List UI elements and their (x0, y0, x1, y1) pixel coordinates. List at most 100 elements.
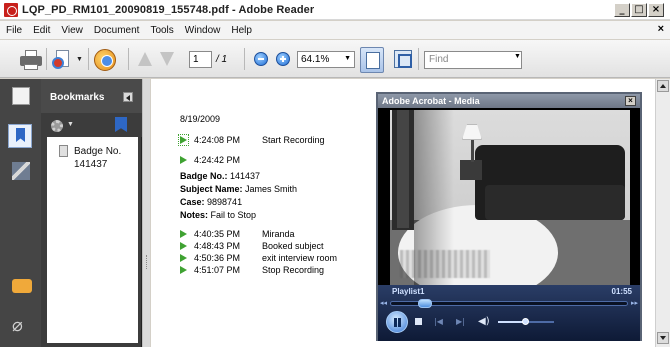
zoom-in-icon[interactable] (276, 52, 290, 66)
subject-label: Subject Name: (180, 184, 243, 194)
event-time: 4:40:35 PM (194, 229, 241, 239)
pages-icon[interactable] (12, 87, 30, 105)
stop-button[interactable] (415, 318, 422, 325)
previous-page-icon[interactable] (138, 52, 152, 66)
pause-button[interactable] (386, 311, 408, 333)
event-row: 4:51:07 PM Stop Recording (180, 265, 324, 275)
page-number-input[interactable]: 1 (189, 51, 212, 68)
new-bookmark-icon[interactable] (115, 117, 127, 132)
bookmark-item[interactable]: Badge No. 141437 (74, 145, 134, 171)
event-time: 4:24:08 PM (194, 135, 241, 145)
scroll-down-button[interactable] (657, 332, 669, 344)
toolbar: ▼ 1 / 1 64.1% ▼ Find ▼ (0, 40, 670, 78)
maximize-button[interactable]: □ (631, 3, 647, 17)
event-row: 4:40:35 PM Miranda (180, 229, 295, 239)
comments-icon[interactable] (12, 279, 32, 293)
event-time: 4:51:07 PM (194, 265, 241, 275)
bookmarks-icon[interactable] (8, 124, 32, 148)
fit-page-icon[interactable] (360, 47, 384, 73)
volume-thumb[interactable] (522, 318, 529, 325)
seek-thumb[interactable] (418, 299, 432, 308)
seek-bar[interactable] (390, 299, 628, 308)
media-title-bar[interactable]: Adobe Acrobat - Media × (378, 94, 640, 108)
media-close-button[interactable]: × (625, 96, 636, 106)
menu-edit[interactable]: Edit (27, 25, 55, 36)
gear-icon[interactable] (51, 120, 63, 132)
play-icon[interactable] (180, 266, 187, 274)
scroll-up-button[interactable] (657, 80, 669, 92)
event-row: 4:50:36 PM exit interview room (180, 253, 337, 263)
find-input[interactable]: Find (424, 51, 522, 69)
volume-icon[interactable]: ◀) (478, 316, 490, 327)
vertical-scrollbar[interactable] (655, 79, 670, 347)
event-label: Stop Recording (262, 265, 325, 275)
subject-value: James Smith (245, 184, 298, 194)
zoom-out-icon[interactable] (254, 52, 268, 66)
bookmarks-tools: ▼ (41, 113, 142, 137)
pane-splitter[interactable] (142, 79, 150, 347)
print-icon[interactable] (20, 50, 42, 70)
bookmarks-list: Badge No. 141437 (47, 137, 138, 343)
page-total-label: / 1 (216, 54, 228, 65)
event-label: Booked subject (262, 241, 324, 251)
menu-document[interactable]: Document (88, 25, 145, 36)
event-time: 4:50:36 PM (194, 253, 241, 263)
menu-help[interactable]: Help (225, 25, 257, 36)
toolbar-separator (46, 48, 47, 70)
window-title: LQP_PD_RM101_20090819_155748.pdf - Adobe… (22, 3, 315, 16)
menu-tools[interactable]: Tools (144, 25, 178, 36)
title-bar: LQP_PD_RM101_20090819_155748.pdf - Adobe… (0, 0, 670, 20)
seek-forward-icon[interactable]: ▸▸ (631, 299, 638, 307)
next-track-icon[interactable]: ▶| (456, 317, 465, 326)
close-button[interactable]: × (648, 3, 664, 17)
play-icon[interactable] (180, 156, 187, 164)
video-frame[interactable] (390, 110, 630, 285)
event-time: 4:48:43 PM (194, 241, 241, 251)
play-icon[interactable] (180, 242, 187, 250)
toolbar-separator (128, 48, 129, 70)
previous-track-icon[interactable]: |◀ (434, 317, 443, 326)
collaborate-icon[interactable] (94, 49, 116, 71)
adobe-reader-icon (4, 2, 18, 17)
seek-back-icon[interactable]: ◂◂ (380, 299, 387, 307)
find-dropdown-arrow-icon[interactable]: ▼ (514, 53, 521, 60)
volume-slider[interactable] (498, 318, 554, 325)
subject-detail: Subject Name: James Smith (180, 184, 297, 194)
notes-value: Fail to Stop (210, 210, 257, 220)
menu-bar: File Edit View Document Tools Window Hel… (0, 21, 670, 39)
case-detail: Case: 9898741 (180, 197, 242, 207)
zoom-value: 64.1% (301, 54, 330, 65)
playback-time: 01:55 (611, 287, 632, 296)
attachments-icon[interactable]: ⌀ (12, 315, 30, 336)
options-dropdown-arrow-icon[interactable]: ▼ (67, 121, 74, 128)
share-icon[interactable] (52, 50, 72, 70)
event-row: 4:24:42 PM (180, 155, 262, 165)
menu-view[interactable]: View (55, 25, 88, 36)
toolbar-separator (88, 48, 89, 70)
notes-label: Notes: (180, 210, 209, 220)
video-overlay-text (400, 250, 490, 278)
bookmarks-title: Bookmarks (50, 92, 105, 103)
event-label: exit interview room (262, 253, 338, 263)
document-close-button[interactable]: × (658, 23, 664, 35)
play-icon[interactable] (180, 254, 187, 262)
menu-file[interactable]: File (0, 25, 27, 36)
badge-label: Badge No.: (180, 171, 228, 181)
navigation-pane: ⌀ (0, 79, 41, 347)
fit-width-icon[interactable] (394, 50, 412, 68)
badge-value: 141437 (230, 171, 261, 181)
play-icon[interactable] (178, 134, 189, 146)
minimize-button[interactable]: _ (614, 3, 630, 17)
notes-detail: Notes: Fail to Stop (180, 210, 256, 220)
event-time: 4:24:42 PM (194, 155, 241, 165)
share-dropdown-arrow-icon[interactable]: ▼ (76, 56, 83, 63)
case-value: 9898741 (207, 197, 243, 207)
event-row: 4:48:43 PM Booked subject (180, 241, 324, 251)
zoom-select[interactable]: 64.1% ▼ (297, 51, 355, 68)
play-icon[interactable] (180, 230, 187, 238)
signatures-icon[interactable] (12, 162, 30, 180)
next-page-icon[interactable] (160, 52, 174, 66)
menu-window[interactable]: Window (179, 25, 226, 36)
chevron-down-icon: ▼ (344, 55, 351, 62)
collapse-panel-button[interactable] (123, 92, 133, 102)
